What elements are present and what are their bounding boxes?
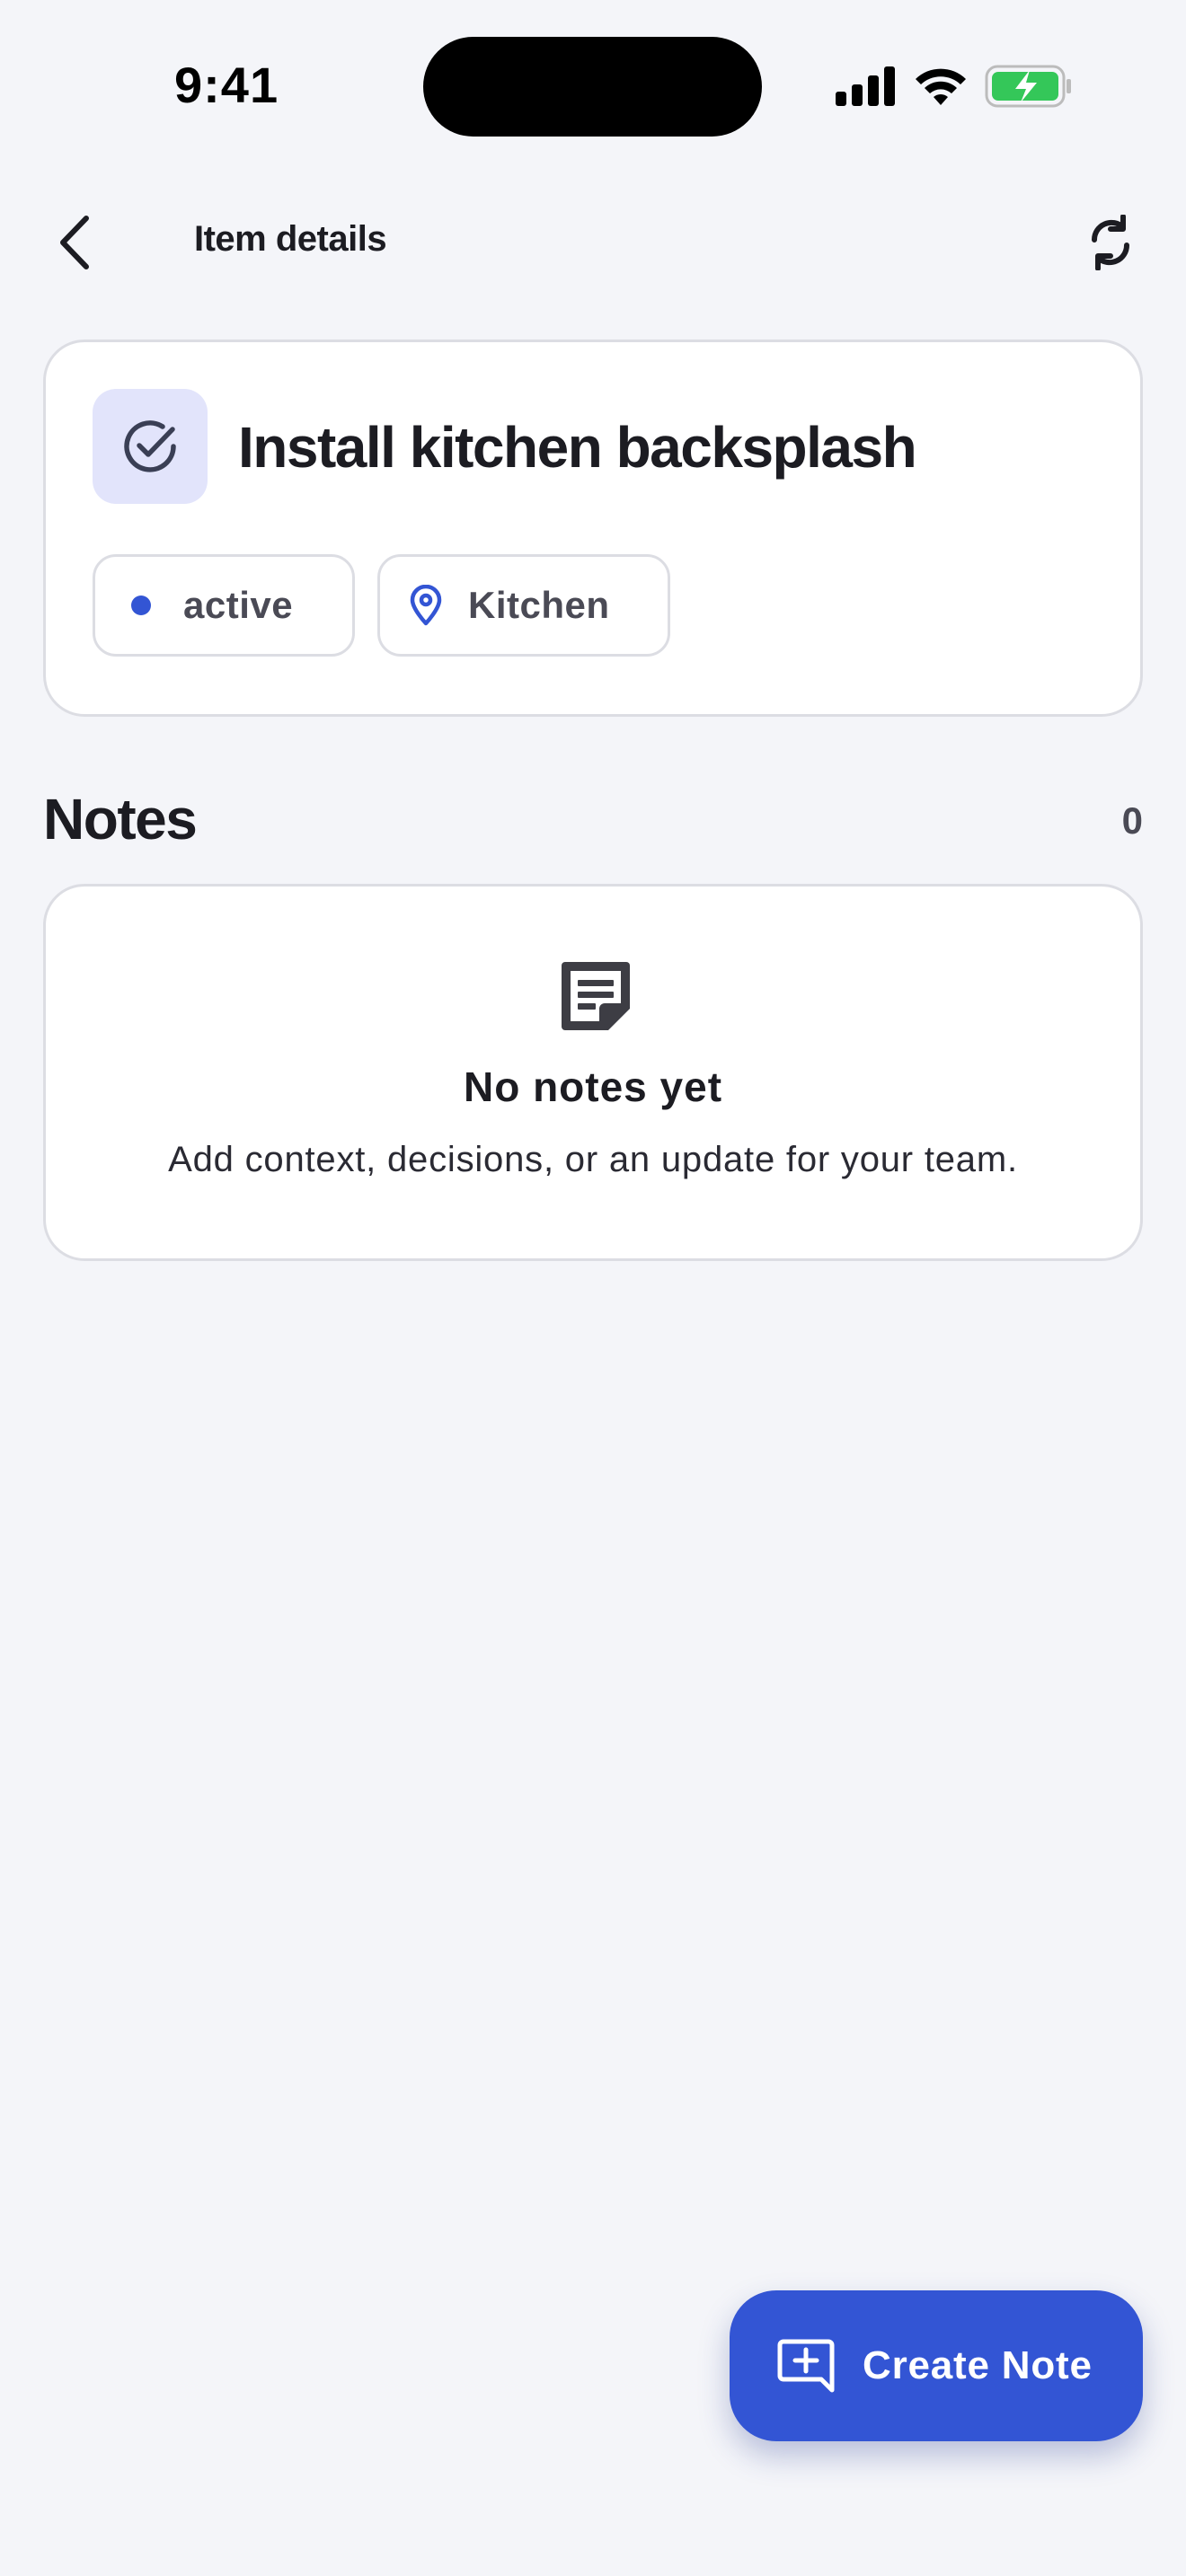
status-icons [836,63,1073,110]
item-card: Install kitchen backsplash active Kitche… [43,340,1143,717]
notes-heading: Notes [43,787,198,851]
status-label: active [183,584,294,626]
refresh-icon [1091,215,1130,270]
empty-title: No notes yet [463,1063,723,1110]
refresh-button[interactable] [1078,208,1143,277]
status-time: 9:41 [174,57,279,113]
create-note-button[interactable]: Create Note [730,2290,1143,2441]
wifi-icon [916,68,966,105]
status-chip[interactable]: active [93,554,355,657]
location-label: Kitchen [468,584,610,626]
battery-charging-icon [985,65,1071,108]
item-title: Install kitchen backsplash [238,415,917,480]
create-note-label: Create Note [863,2343,1093,2387]
item-details-screen: 9:41 Item details Install kitchen backsp… [0,0,1186,2576]
item-icon-tile [93,389,208,504]
notes-empty-state: No notes yet Add context, decisions, or … [43,884,1143,1261]
dynamic-island [423,37,762,137]
back-button[interactable] [47,208,104,277]
check-circle-icon [124,420,176,472]
header-title: Item details [194,219,387,259]
add-comment-icon [776,2338,836,2394]
chevron-left-icon [60,216,89,269]
status-dot [131,595,151,615]
note-icon [562,962,630,1030]
empty-description: Add context, decisions, or an update for… [168,1140,1018,1179]
location-chip[interactable]: Kitchen [377,554,670,657]
notes-count: 0 [1121,799,1143,842]
signal-icon [836,66,895,106]
map-pin-icon [409,585,443,626]
